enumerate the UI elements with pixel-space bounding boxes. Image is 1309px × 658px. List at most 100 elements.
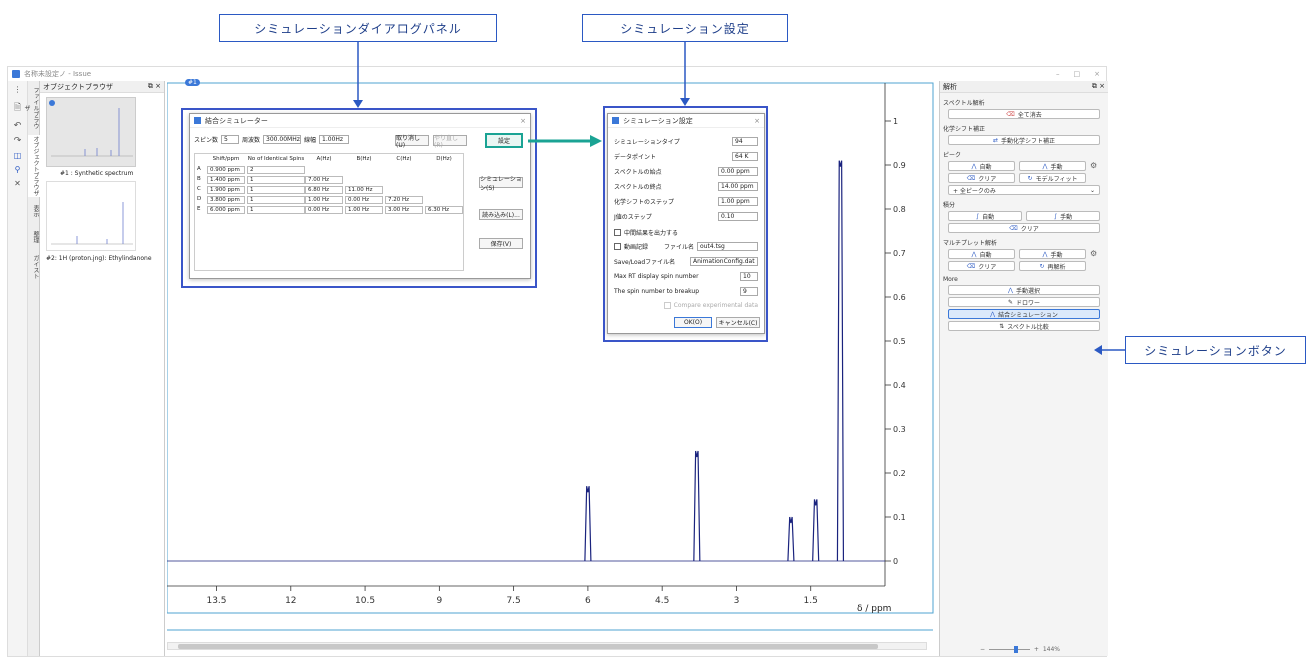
analysis-header: 解析 ⧉ × (940, 81, 1108, 93)
coupled-simulation-button[interactable]: ⋀ 結合シミュレーション (948, 309, 1100, 319)
y-tick-label: 0.6 (893, 293, 906, 302)
peaks-auto-button[interactable]: ⋀ 自動 (948, 161, 1015, 171)
reanalyze-button[interactable]: ↻ 再解析 (1019, 261, 1086, 271)
clear-icon: ⌫ (966, 174, 976, 182)
manual-shift-label: 手動化学シフト補正 (1001, 137, 1056, 145)
thumbnail-badge (49, 100, 55, 106)
peaks-manual-button[interactable]: ⋀ 手動 (1019, 161, 1086, 171)
integral-clear-button[interactable]: ⌫ クリア (948, 223, 1100, 233)
shift-icon: ⇄ (992, 136, 998, 144)
section-spectrum-analysis: スペクトル解析 (943, 100, 985, 107)
x-tick-label: 13.5 (206, 596, 226, 606)
pane-controls[interactable]: ⧉ × (148, 82, 161, 91)
window-title: 名称未設定ノ - Issue (24, 70, 92, 78)
callout-dialog-panel: シミュレーションダイアログパネル (219, 14, 497, 42)
zoom-thumb[interactable] (1013, 645, 1018, 653)
peaks-manual-label: 手動 (1050, 163, 1063, 171)
zoom-in-icon[interactable]: + (1034, 646, 1039, 653)
x-tick-label: 12 (285, 596, 296, 606)
left-toolbar: ⋮ 🗎 ↶ ↷ ◫ ⚲ ✕ (8, 81, 28, 656)
tools-icon[interactable]: ✕ (8, 179, 27, 188)
integral-clear-icon: ⌫ (1009, 224, 1018, 232)
spectrum-compare-button[interactable]: ⇅ スペクトル比較 (948, 321, 1100, 331)
tab-display[interactable]: 表示 (28, 201, 40, 221)
x-tick-label: 4.5 (655, 596, 669, 606)
multiplet-gear-icon[interactable]: ⚙ (1090, 249, 1100, 259)
zoom-level: 144% (1042, 645, 1060, 653)
zoom-out-icon[interactable]: − (980, 646, 985, 653)
multiplet-auto-button[interactable]: ⋀ 自動 (948, 249, 1015, 259)
compare-icon: ⇅ (999, 322, 1005, 330)
drawer-button[interactable]: ✎ ドロワー (948, 297, 1100, 307)
multiplet-icon: ⋀ (971, 250, 977, 258)
object-browser: オブジェクトブラウザ ⧉ × #1 : Synthetic spectrum #… (40, 81, 165, 656)
simulation-icon: ⋀ (990, 310, 996, 318)
multiplet-manual-icon: ⋀ (1042, 250, 1048, 258)
x-axis-label: δ / ppm (857, 604, 892, 614)
clear-all-button[interactable]: ⌫ 全て消去 (948, 109, 1100, 119)
zoom-icon[interactable]: ⚲ (8, 165, 27, 174)
manual-icon: ⋀ (1042, 162, 1048, 170)
integral-manual-icon: ∫ (1053, 212, 1058, 220)
zoom-slider[interactable]: − + 144% (980, 645, 1060, 653)
integral-auto-button[interactable]: ∫ 自動 (948, 211, 1022, 221)
thumbnail-1[interactable] (46, 97, 136, 167)
spectrum-peak (836, 160, 845, 562)
tab-geist[interactable]: ガイスト (28, 253, 40, 281)
multiplet-manual-button[interactable]: ⋀ 手動 (1019, 249, 1086, 259)
analysis-panel: 解析 ⧉ × スペクトル解析 ⌫ 全て消去 化学シフト補正 ⇄ 手動化学シフト補正 … (939, 81, 1108, 656)
thumbnail-1-plot (51, 108, 133, 157)
y-tick-label: 0.5 (893, 337, 906, 346)
pencil-icon: ✎ (1007, 298, 1013, 306)
x-tick-label: 3 (734, 596, 740, 606)
integral-auto-label: 自動 (982, 213, 995, 221)
plot-tab-label[interactable]: #1 (185, 79, 200, 86)
y-tick-label: 0.7 (893, 249, 906, 258)
clear-all-icon: ⌫ (1006, 110, 1015, 118)
zoom-track[interactable] (989, 645, 1030, 653)
multiplet-manual-label: 手動 (1050, 251, 1063, 259)
integral-manual-button[interactable]: ∫ 手動 (1026, 211, 1100, 221)
more-icon[interactable]: ⋮ (8, 85, 27, 94)
redo-icon[interactable]: ↷ (8, 136, 27, 146)
side-tab-strip: ファイルブラウザ オブジェクトブラウザ 表示 整理 ガイスト (23, 81, 40, 656)
view-icon[interactable]: ◫ (8, 151, 27, 160)
manual-select-button[interactable]: ⋀ 手動選択 (948, 285, 1100, 295)
drawer-label: ドロワー (1016, 299, 1041, 307)
analysis-pane-controls[interactable]: ⧉ × (1092, 82, 1105, 91)
thumbnail-2[interactable] (46, 181, 136, 251)
x-tick-label: 9 (436, 596, 442, 606)
peak-filter-select[interactable]: + 全ピークのみ ⌄ (948, 185, 1100, 195)
tab-object-browser[interactable]: オブジェクトブラウザ (28, 135, 40, 197)
tab-organize[interactable]: 整理 (28, 227, 40, 247)
maximize-button[interactable]: □ (1074, 70, 1081, 78)
model-fit-label: モデルフィット (1035, 175, 1078, 183)
horizontal-scrollbar[interactable] (167, 642, 927, 650)
integral-clear-label: クリア (1020, 225, 1039, 233)
spectrum-peak (787, 516, 795, 562)
integral-manual-label: 手動 (1060, 213, 1073, 221)
peaks-clear-button[interactable]: ⌫ クリア (948, 173, 1015, 183)
minimize-button[interactable]: – (1056, 70, 1060, 78)
gear-icon[interactable]: ⚙ (1090, 161, 1100, 171)
tab-file-browser[interactable]: ファイルブラウザ (23, 85, 40, 131)
browser-item-1-label: #1 : Synthetic spectrum (60, 170, 134, 177)
x-tick-label: 6 (585, 596, 591, 606)
select-icon: ⋀ (1008, 286, 1013, 294)
scroll-thumb[interactable] (178, 644, 878, 649)
manual-select-label: 手動選択 (1015, 287, 1040, 295)
undo-icon[interactable]: ↶ (8, 121, 27, 131)
y-tick-label: 0.2 (893, 469, 906, 478)
multiplet-clear-icon: ⌫ (966, 262, 976, 270)
multiplet-clear-button[interactable]: ⌫ クリア (948, 261, 1015, 271)
y-tick-label: 0.1 (893, 513, 906, 522)
spectrum-peak (584, 486, 592, 562)
manual-shift-button[interactable]: ⇄ 手動化学シフト補正 (948, 135, 1100, 145)
model-fit-button[interactable]: ↻ モデルフィット (1019, 173, 1086, 183)
callout-sim-button: シミュレーションボタン (1125, 336, 1306, 364)
close-button[interactable]: × (1094, 70, 1100, 78)
x-tick-label: 1.5 (804, 596, 818, 606)
app-icon (12, 70, 20, 78)
y-tick-label: 0.8 (893, 205, 906, 214)
reanalyze-label: 再解析 (1047, 263, 1066, 271)
